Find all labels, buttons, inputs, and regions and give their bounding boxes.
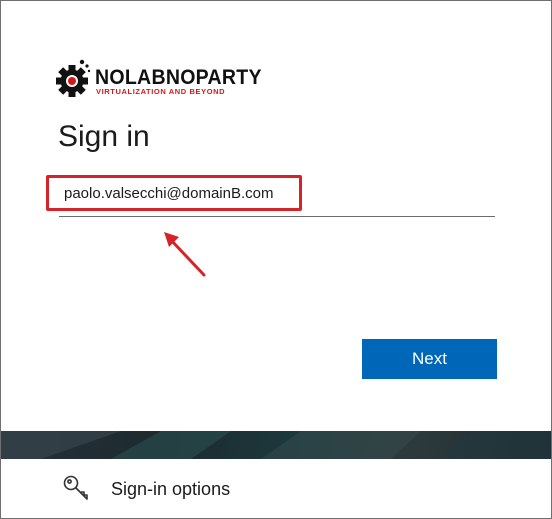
annotation-highlight-box [46, 175, 302, 211]
signin-card: NOLABNOPARTY VIRTUALIZATION AND BEYOND S… [1, 1, 551, 431]
key-icon [63, 475, 88, 500]
signin-options-bar[interactable]: Sign-in options [1, 459, 551, 518]
background-band [1, 431, 551, 459]
gear-icon [56, 59, 91, 97]
annotation-arrow [164, 232, 206, 277]
signin-options-label: Sign-in options [111, 479, 231, 499]
next-button[interactable]: Next [362, 339, 497, 379]
logo-tagline: VIRTUALIZATION AND BEYOND [96, 87, 226, 96]
brand-logo: NOLABNOPARTY VIRTUALIZATION AND BEYOND [56, 57, 271, 103]
page-title: Sign in [58, 120, 150, 153]
logo-name: NOLABNOPARTY [95, 66, 262, 89]
